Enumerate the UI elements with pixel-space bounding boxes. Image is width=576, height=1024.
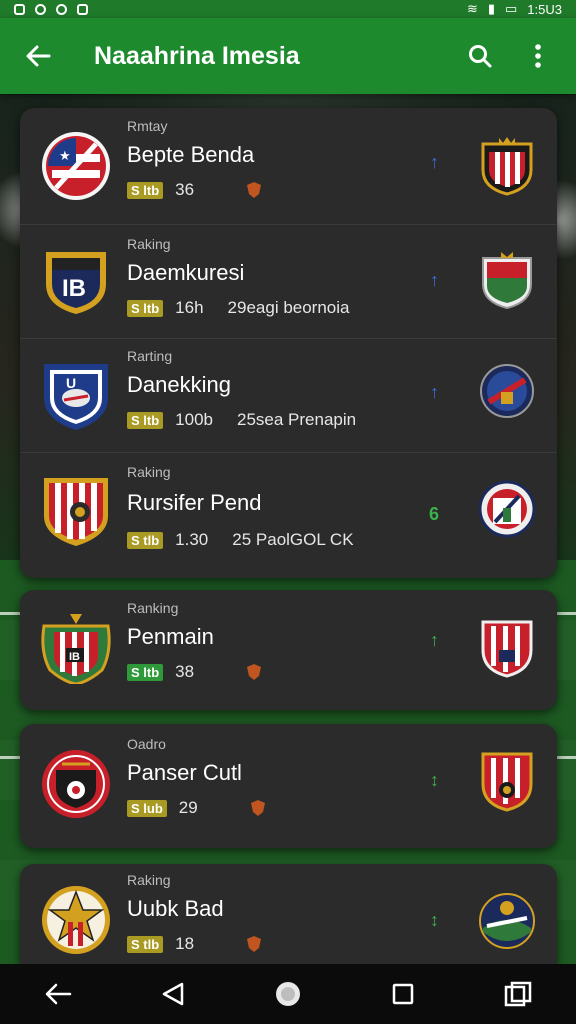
team-crest-icon: U [44,364,108,430]
stat-badge: S ltb [127,181,164,199]
opponent-crest-icon [481,620,533,678]
stat-badge: S tlb [127,531,164,549]
trend-arrow-icon: ↑ [430,270,439,290]
search-icon[interactable] [460,36,500,76]
team-name: Danekking [127,372,231,397]
ranking-label: Oadro [127,736,166,752]
team-name: Penmain [127,624,214,649]
stat-badge: S ltb [127,663,164,681]
team-crest-icon [44,478,108,546]
team-card[interactable]: Raking Uubk Bad S tlb 18 ↕ [20,864,557,964]
status-time: 1:5U3 [527,1,562,17]
stat-value: 1.30 [175,530,209,549]
team-list-group: ★ Rmtay Bepte Benda S ltb 36 ↑ IB Raking… [20,108,557,578]
signal-icon: ▮ [487,1,495,16]
stat-badge: S lub [127,799,167,817]
stat-value: 16h [175,298,204,317]
stat-badge: S ltb [127,299,164,317]
team-crest-icon [42,750,110,818]
ranking-label: Ranking [127,600,179,616]
team-name: Rursifer Pend [127,490,262,515]
team-crest-icon: IB [46,252,106,314]
trend-arrow-icon: ↕ [430,910,439,930]
notification-icon [35,3,46,15]
trend-arrow-icon: ↑ [430,382,439,402]
stat-value: 18 [175,934,195,953]
team-row[interactable]: Raking Rursifer Pend S tlb 1.30 25 PaolG… [20,452,557,566]
system-navigation-bar [0,964,576,1024]
ranking-label: Raking [127,236,171,252]
team-crest-icon: ★ [42,132,110,200]
status-bar: ≋ ▮ ▭ 1:5U3 [0,0,576,18]
team-card[interactable]: Oadro Panser Cutl S lub 29 ↕ [20,724,557,848]
team-name: Uubk Bad [127,896,224,921]
screenshot-icon[interactable] [496,972,540,1016]
opponent-crest-icon [481,137,533,196]
back-icon[interactable] [36,972,80,1016]
notification-icon [77,3,88,15]
notification-icon [56,3,67,15]
trend-arrow-icon: ↕ [430,770,439,790]
team-row[interactable]: IB Raking Daemkuresi S ltb 16h 29eagi be… [20,224,557,338]
app-bar: Naaahrina Imesia [0,18,576,94]
team-crest-icon [42,886,110,954]
svg-text:★: ★ [59,148,71,163]
stat-badge: S ltb [127,411,164,429]
recents-square-icon[interactable] [381,972,425,1016]
stat-badge: S tlb [127,935,164,953]
shield-icon [247,182,262,198]
opponent-crest-icon [482,252,532,310]
team-crest-icon: IB [41,614,111,684]
ranking-label: Rarting [127,348,173,364]
ranking-label: Raking [127,872,171,888]
opponent-crest-icon [481,752,533,812]
team-row[interactable]: U Rarting Danekking S ltb 100b 25sea Pre… [20,338,557,452]
shield-icon [250,800,265,816]
page-title: Naaahrina Imesia [94,41,300,70]
arrow-left-icon[interactable] [18,36,58,76]
opponent-crest-icon [479,480,535,538]
team-name: Daemkuresi [127,260,245,285]
home-triangle-icon[interactable] [151,972,195,1016]
stat-value: 36 [175,180,195,199]
stat-note: 29eagi beornoia [227,298,350,317]
more-vert-icon[interactable] [518,36,558,76]
trend-arrow-icon: ↑ [430,152,439,172]
stat-note: 25 PaolGOL CK [232,530,354,549]
shield-icon [247,664,262,680]
svg-text:IB: IB [62,275,86,302]
team-name: Panser Cutl [127,760,242,785]
home-circle-icon[interactable] [266,972,310,1016]
stat-value: 100b [175,410,213,429]
ranking-label: Rmtay [127,118,168,134]
team-name: Bepte Benda [127,142,255,167]
opponent-crest-icon [480,364,534,418]
team-card[interactable]: IB Ranking Penmain S ltb 38 ↑ [20,590,557,710]
ranking-label: Raking [127,464,171,480]
trend-arrow-icon: ↑ [430,630,439,650]
svg-text:U: U [66,375,76,391]
stat-value: 29 [178,798,198,817]
stat-note: 25sea Prenapin [237,410,357,429]
svg-text:IB: IB [69,651,80,663]
shield-icon [247,936,262,952]
stat-value: 38 [175,662,195,681]
battery-icon: ▭ [505,1,518,16]
notification-icon [14,3,25,15]
team-row[interactable]: ★ Rmtay Bepte Benda S ltb 36 ↑ [20,108,557,222]
opponent-crest-icon [479,893,535,949]
trend-arrow-icon: 6 [428,504,439,524]
wifi-icon: ≋ [466,1,478,16]
